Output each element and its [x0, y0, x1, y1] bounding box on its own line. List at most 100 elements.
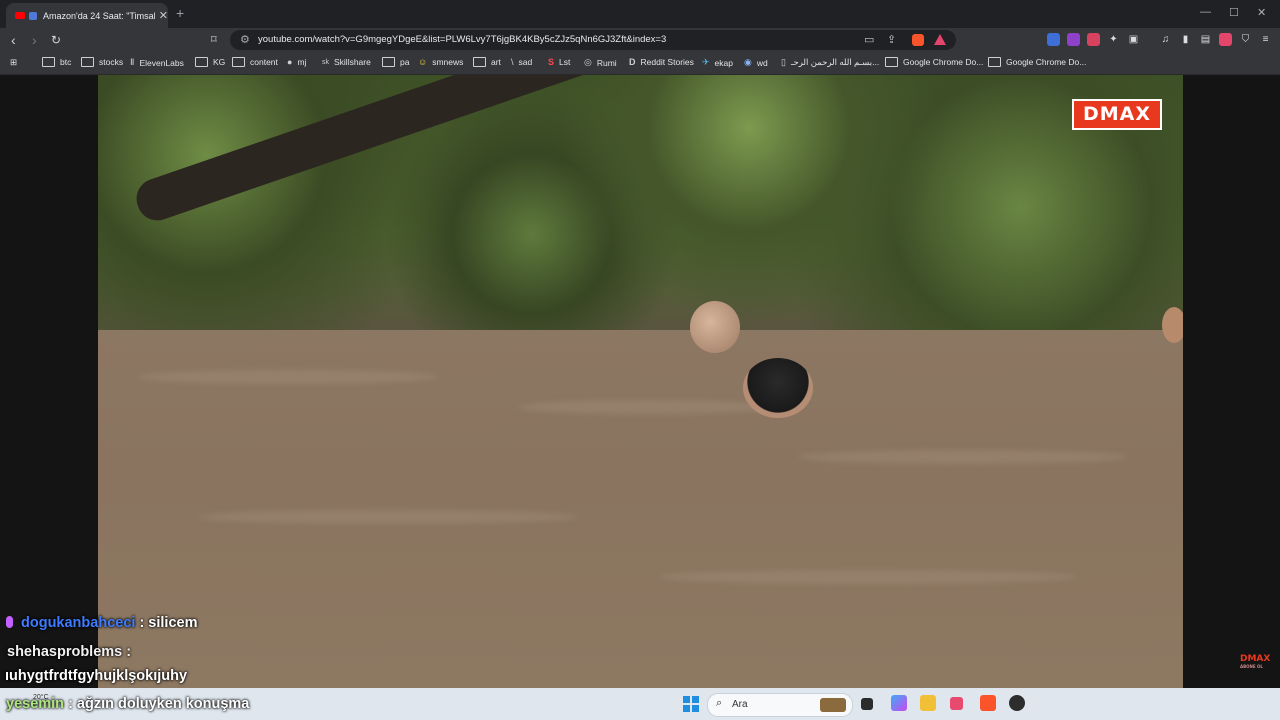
- screenshot-icon[interactable]: ▣: [1127, 33, 1140, 46]
- new-tab-button[interactable]: +: [176, 5, 184, 21]
- chat-message: dogukanbahceci : silicem: [6, 615, 197, 631]
- bookmark-art[interactable]: art: [473, 57, 501, 67]
- chat-text: ıuhygtfrdtfgyhujklşokıjuhy: [5, 668, 188, 684]
- minimize-button[interactable]: —: [1200, 6, 1211, 18]
- forward-icon[interactable]: ›: [32, 32, 37, 48]
- bookmark-ekap[interactable]: ✈ ekap: [702, 57, 733, 68]
- chat-text: : ağzın doluyken konuşma: [68, 696, 250, 712]
- snipping-tool-icon[interactable]: [950, 697, 963, 710]
- bookmark-skillshare[interactable]: sk Skillshare: [322, 57, 371, 67]
- bookmark-google-chrome-1[interactable]: Google Chrome Do...: [885, 57, 983, 67]
- water-ripple: [138, 370, 438, 384]
- water-ripple: [798, 450, 1128, 464]
- sidebar-icon[interactable]: ▮: [1179, 33, 1192, 46]
- bird-icon: ✈: [702, 57, 710, 67]
- folder-icon: [195, 57, 208, 67]
- water-ripple: [198, 510, 578, 524]
- bookmark-rumi[interactable]: ◎ Rumi: [584, 57, 617, 68]
- address-bar[interactable]: ⚙ youtube.com/watch?v=G9mgegYDgeE&list=P…: [230, 30, 956, 50]
- browser-tab[interactable]: Amazon'da 24 Saat: "Timsah... ✕: [6, 3, 168, 28]
- chat-text: : silicem: [139, 615, 198, 631]
- bookmark-google-chrome-2[interactable]: Google Chrome Do...: [988, 57, 1086, 67]
- bookmark-arabic[interactable]: ▯ بسـم الله الرحمن الرحـ...: [781, 57, 879, 68]
- media-icon: [28, 11, 37, 20]
- water-ripple: [518, 400, 778, 414]
- bookmark-wd[interactable]: ◉ wd: [744, 57, 768, 68]
- maximize-button[interactable]: ☐: [1229, 6, 1239, 19]
- share-icon[interactable]: ⇪: [887, 33, 896, 46]
- bookmark-sad[interactable]: \ sad: [511, 57, 532, 67]
- bookmark-mj[interactable]: ● mj: [287, 57, 306, 67]
- chat-message: yesemin : ağzın doluyken konuşma: [6, 696, 249, 712]
- folder-icon: [382, 57, 395, 67]
- app-icon[interactable]: [1009, 695, 1025, 711]
- river-water: [98, 330, 1183, 688]
- wd-icon: ◉: [744, 57, 752, 67]
- bookmarks-bar: ⊞ btc stocks Ⅱ ElevenLabs KG content ● mj …: [0, 52, 1280, 75]
- reload-icon[interactable]: ↻: [51, 33, 61, 47]
- dmax-small-text: DMAX: [1240, 654, 1271, 664]
- cast-icon[interactable]: ▭: [864, 33, 874, 46]
- music-icon[interactable]: ♫: [1159, 33, 1172, 46]
- bookmark-elevenlabs[interactable]: Ⅱ ElevenLabs: [130, 57, 184, 68]
- menu-icon[interactable]: ≡: [1259, 33, 1272, 46]
- dmax-subscribe-logo[interactable]: DMAX ABONE OL: [1240, 654, 1271, 669]
- bookmark-content[interactable]: content: [232, 57, 278, 67]
- bookmark-btc[interactable]: btc: [42, 57, 71, 67]
- chat-message: ıuhygtfrdtfgyhujklşokıjuhy: [5, 668, 187, 684]
- vpn-icon[interactable]: ⛉: [1239, 33, 1252, 46]
- jungle-foliage: [98, 75, 1183, 340]
- extension-icon[interactable]: [1067, 33, 1080, 46]
- github-icon: ●: [287, 57, 293, 67]
- bookmark-stocks[interactable]: stocks: [81, 57, 123, 67]
- bookmark-kg[interactable]: KG: [195, 57, 225, 67]
- back-icon[interactable]: ‹: [11, 32, 16, 48]
- folder-icon: [42, 57, 55, 67]
- chat-message: shehasproblems :: [7, 644, 131, 660]
- close-window-button[interactable]: ✕: [1257, 6, 1266, 19]
- brave-shields-icon[interactable]: [912, 34, 924, 46]
- video-player[interactable]: DMAX: [98, 75, 1183, 688]
- swimmer-head: [1162, 307, 1183, 343]
- task-view-icon[interactable]: [861, 698, 873, 710]
- apps-icon[interactable]: ⊞: [10, 57, 17, 68]
- start-button[interactable]: [683, 696, 699, 712]
- browser-toolbar: ‹ › ↻ ⌑ ⚙ youtube.com/watch?v=G9mgegYDge…: [0, 28, 1280, 52]
- folder-icon: [232, 57, 245, 67]
- folder-icon: [473, 57, 486, 67]
- search-highlight-image: [820, 698, 846, 712]
- swimmer-head: [743, 358, 813, 418]
- puzzle-icon[interactable]: ✦: [1107, 33, 1120, 46]
- brave-rewards-icon[interactable]: [934, 34, 946, 45]
- bookmark-icon[interactable]: ⌑: [211, 33, 217, 46]
- close-tab-icon[interactable]: ✕: [159, 9, 168, 22]
- globe-icon: ◎: [584, 57, 592, 67]
- page-icon: ▯: [781, 57, 786, 67]
- copilot-icon[interactable]: [891, 695, 907, 711]
- file-explorer-icon[interactable]: [920, 695, 936, 711]
- folder-icon: [81, 57, 94, 67]
- bookmark-pa[interactable]: pa: [382, 57, 409, 67]
- s-icon: S: [548, 57, 555, 67]
- url-text[interactable]: youtube.com/watch?v=G9mgegYDgeE&list=PLW…: [258, 34, 666, 45]
- bookmark-reddit-stories[interactable]: D Reddit Stories: [629, 57, 694, 67]
- wallet-icon[interactable]: ▤: [1199, 33, 1212, 46]
- dmax-small-sub: ABONE OL: [1240, 664, 1263, 669]
- extension-icon[interactable]: [1047, 33, 1060, 46]
- taskbar-search[interactable]: ⌕ Ara: [707, 693, 853, 717]
- chat-username: yesemin: [6, 696, 65, 712]
- bookmark-smnews[interactable]: ☺ smnews: [418, 57, 463, 67]
- site-settings-icon[interactable]: ⚙: [240, 33, 250, 46]
- folder-icon: [885, 57, 898, 67]
- bookmark-lst[interactable]: S Lst: [548, 57, 570, 67]
- slash-icon: \: [511, 57, 514, 67]
- smiley-icon: ☺: [418, 57, 428, 67]
- chat-username: shehasproblems :: [7, 644, 132, 660]
- brave-browser-icon[interactable]: [980, 695, 996, 711]
- tab-strip: Amazon'da 24 Saat: "Timsah... ✕ + — ☐ ✕: [0, 0, 1280, 28]
- extension-icon[interactable]: [1087, 33, 1100, 46]
- leo-icon[interactable]: [1219, 33, 1232, 46]
- elevenlabs-icon: Ⅱ: [130, 57, 135, 67]
- search-label: Ara: [732, 699, 748, 710]
- swimmer-head: [690, 301, 740, 353]
